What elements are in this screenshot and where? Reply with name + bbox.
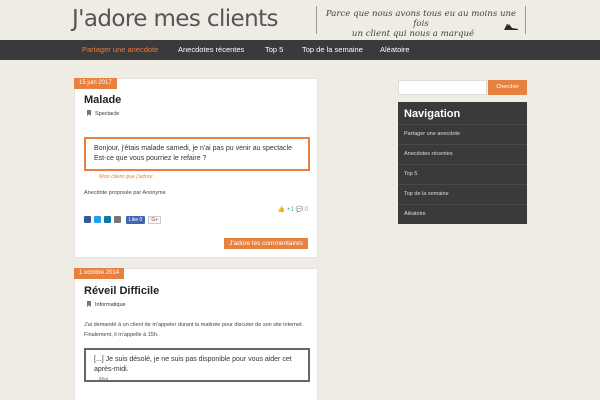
- tagline: Parce que nous avons tous eu au moins un…: [316, 6, 526, 39]
- sidebar-item-top-semaine[interactable]: Top de la semaine: [398, 184, 527, 203]
- sidebar-item-partager[interactable]: Partager une anecdote: [398, 124, 527, 143]
- linkedin-icon[interactable]: [104, 216, 111, 223]
- site-title[interactable]: J'adore mes clients: [72, 6, 278, 32]
- quote-author: Moi: [99, 377, 108, 383]
- vote-area: 👍 +1 💬 0: [278, 206, 308, 213]
- sidebar-navigation: Navigation Partager une anecdote Anecdot…: [398, 102, 527, 224]
- share-buttons: Like 0 G+: [84, 216, 162, 224]
- post-date: 15 juin 2017: [74, 78, 117, 89]
- post-category-label: Informatique: [95, 302, 126, 308]
- sidebar-title: Navigation: [404, 108, 461, 120]
- post-quote: [...] Je suis désolé, je ne suis pas dis…: [84, 348, 310, 382]
- post-category[interactable]: Informatique: [87, 301, 126, 308]
- quote-author: Mon client que j'adore: [99, 174, 153, 180]
- post-intro: J'ai demandé à un client de m'appeler du…: [84, 322, 304, 338]
- search-button[interactable]: Chercher: [488, 80, 527, 95]
- tagline-line-2: un client qui nous a marqué: [351, 29, 475, 39]
- post-card: 15 juin 2017 Malade Spectacle Bonjour, j…: [74, 78, 318, 258]
- sidebar-item-recentes[interactable]: Anecdotes récentes: [398, 144, 527, 163]
- post-title[interactable]: Réveil Difficile: [84, 285, 159, 297]
- nav-item-top-semaine[interactable]: Top de la semaine: [294, 40, 371, 60]
- thumbs-up-icon[interactable]: 👍: [278, 207, 285, 213]
- nav-item-partager[interactable]: Partager une anecdote: [74, 40, 167, 60]
- post-quote: Bonjour, j'étais malade samedi, je n'ai …: [84, 137, 310, 171]
- nav-item-aleatoire[interactable]: Aléatoire: [372, 40, 418, 60]
- high-heel-icon: [504, 24, 518, 30]
- facebook-like-button[interactable]: Like 0: [126, 216, 146, 224]
- post-title[interactable]: Malade: [84, 94, 121, 106]
- sidebar-item-top5[interactable]: Top 5: [398, 164, 527, 183]
- tagline-line-1: Parce que nous avons tous eu au moins un…: [325, 9, 517, 29]
- post-category[interactable]: Spectacle: [87, 110, 119, 117]
- vote-count: +1: [286, 207, 294, 213]
- site-header: J'adore mes clients Parce que nous avons…: [0, 0, 600, 40]
- bookmark-icon: [87, 110, 91, 116]
- twitter-icon[interactable]: [94, 216, 101, 223]
- email-icon[interactable]: [114, 216, 121, 223]
- proposed-by: Anecdote proposée par Anonyme: [84, 190, 166, 196]
- post-date: 1 octobre 2014: [74, 268, 125, 279]
- post-category-label: Spectacle: [95, 111, 120, 117]
- google-plus-button[interactable]: G+: [148, 216, 162, 224]
- main-nav: Partager une anecdote Anecdotes récentes…: [0, 40, 600, 60]
- sidebar-item-aleatoire[interactable]: Aléatoire: [398, 204, 527, 223]
- nav-item-recentes[interactable]: Anecdotes récentes: [170, 40, 252, 60]
- bookmark-icon: [87, 301, 91, 307]
- comment-count: 0: [304, 207, 308, 213]
- post-card: 1 octobre 2014 Réveil Difficile Informat…: [74, 268, 318, 400]
- facebook-icon[interactable]: [84, 216, 91, 223]
- comment-icon[interactable]: 💬: [296, 207, 303, 213]
- nav-item-top5[interactable]: Top 5: [257, 40, 291, 60]
- comments-button[interactable]: J'adore les commentaires: [224, 238, 308, 249]
- search-input[interactable]: [398, 80, 487, 95]
